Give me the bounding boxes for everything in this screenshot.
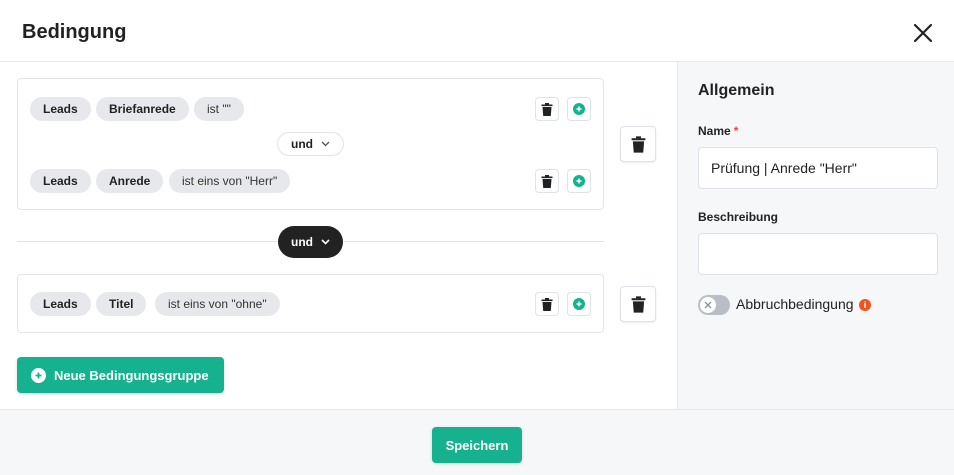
rule-row: Leads Briefanrede ist "" [30,97,591,121]
abort-condition-toggle[interactable] [698,295,730,315]
name-label-text: Name [698,124,731,138]
chevron-down-icon [321,141,330,147]
group-conjunction-select[interactable]: und [278,226,343,258]
description-field[interactable] [698,233,938,275]
field-chip[interactable]: Briefanrede [96,97,189,121]
rule-row: Leads Anrede ist eins von "Herr" [30,169,591,193]
panel-heading: Allgemein [698,82,775,99]
delete-group-button[interactable] [620,126,656,162]
dialog-footer: Speichern [0,409,954,475]
delete-rule-button[interactable] [535,169,559,193]
add-rule-button[interactable] [567,97,591,121]
plus-circle-icon [573,103,585,115]
new-group-label: Neue Bedingungsgruppe [54,367,209,383]
field-chip[interactable]: Anrede [96,169,164,193]
entity-chip[interactable]: Leads [30,292,91,316]
plus-circle-icon [31,367,46,383]
operator-chip[interactable]: ist eins von "ohne" [155,292,280,316]
field-chip[interactable]: Titel [96,292,147,316]
delete-rule-button[interactable] [535,97,559,121]
name-label: Name * [698,124,738,138]
trash-icon [631,135,645,153]
condition-group-2: Leads Titel ist eins von "ohne" [17,274,604,333]
plus-circle-icon [573,175,585,187]
trash-icon [631,295,645,313]
entity-chip[interactable]: Leads [30,169,91,193]
description-label: Beschreibung [698,210,779,224]
general-panel: Allgemein Name * Prüfung | Anrede "Herr" … [677,62,954,409]
rule-conjunction-select[interactable]: und [277,132,344,156]
add-rule-button[interactable] [567,292,591,316]
rule-row: Leads Titel ist eins von "ohne" [30,292,591,316]
required-mark: * [733,124,739,138]
entity-chip[interactable]: Leads [30,97,91,121]
close-icon[interactable] [910,20,936,46]
operator-chip[interactable]: ist eins von "Herr" [169,169,291,193]
chevron-down-icon [321,239,330,245]
conjunction-label: und [291,137,313,151]
toggle-knob [700,297,716,313]
trash-icon [541,102,553,116]
info-icon[interactable]: i [859,299,871,311]
x-icon [704,301,712,309]
trash-icon [541,297,553,311]
abort-condition-label: Abbruchbedingung [736,296,854,312]
plus-circle-icon [573,298,585,310]
new-condition-group-button[interactable]: Neue Bedingungsgruppe [17,357,224,393]
add-rule-button[interactable] [567,169,591,193]
dialog-header: Bedingung [0,0,954,62]
group-conjunction-label: und [291,235,313,249]
delete-rule-button[interactable] [535,292,559,316]
trash-icon [541,174,553,188]
operator-chip[interactable]: ist "" [194,97,244,121]
name-field[interactable]: Prüfung | Anrede "Herr" [698,147,938,189]
dialog-title: Bedingung [22,21,127,43]
save-button[interactable]: Speichern [432,427,522,463]
delete-group-button[interactable] [620,286,656,322]
